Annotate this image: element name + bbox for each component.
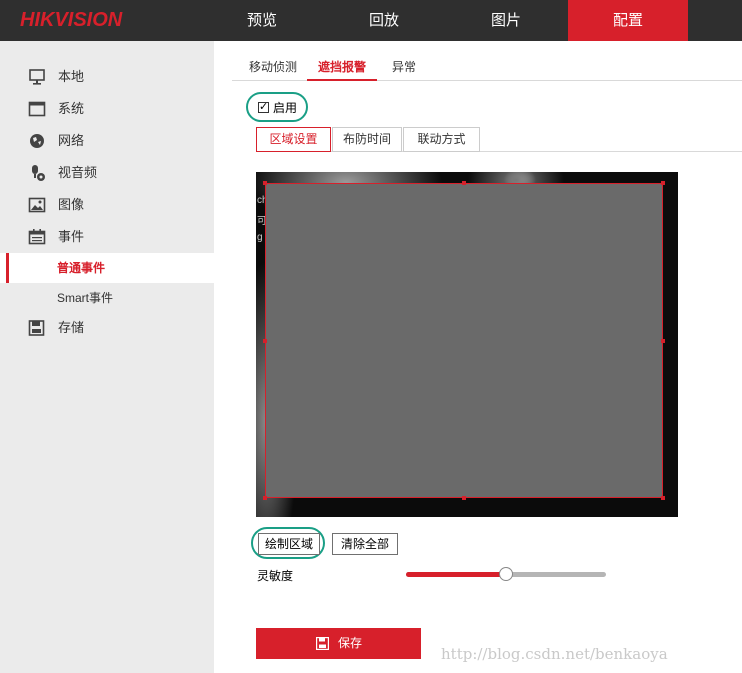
sidebar-subitem-label: Smart事件 <box>57 291 114 305</box>
sidebar-item-label: 本地 <box>58 69 85 84</box>
sidebar-item-image[interactable]: 图像 <box>0 190 214 220</box>
clear-all-button[interactable]: 清除全部 <box>332 533 398 555</box>
sidebar-subitem-smart-event[interactable]: Smart事件 <box>0 283 214 313</box>
sidebar-item-label: 网络 <box>58 133 85 148</box>
sidebar-subitem-normal-event[interactable]: 普通事件 <box>0 253 214 283</box>
disk-icon <box>28 320 45 336</box>
resize-handle[interactable] <box>263 496 267 500</box>
nav-preview[interactable]: 预览 <box>202 0 322 41</box>
calendar-icon <box>28 229 46 245</box>
resize-handle[interactable] <box>462 181 466 185</box>
brand-logo: HIKVISION <box>20 9 123 31</box>
image-icon <box>28 197 46 213</box>
sidebar-item-network[interactable]: 网络 <box>0 126 214 156</box>
save-button[interactable]: 保存 <box>256 628 421 659</box>
active-indicator <box>6 253 9 283</box>
slider-fill <box>406 572 506 577</box>
sidebar-subitem-label: 普通事件 <box>57 261 106 275</box>
sidebar-item-label: 视音频 <box>58 165 98 180</box>
nav-picture[interactable]: 图片 <box>446 0 566 41</box>
top-navigation-bar: HIKVISION 预览 回放 图片 配置 <box>0 0 742 41</box>
slider-handle[interactable] <box>499 567 513 581</box>
subtab-arming-schedule[interactable]: 布防时间 <box>332 127 402 152</box>
sensitivity-label: 灵敏度 <box>257 569 294 583</box>
window-icon <box>28 101 46 117</box>
resize-handle[interactable] <box>263 339 267 343</box>
resize-handle[interactable] <box>661 181 665 185</box>
tab-exception[interactable]: 异常 <box>382 56 426 81</box>
sidebar-item-label: 事件 <box>58 229 85 244</box>
subtab-area-settings[interactable]: 区域设置 <box>256 127 331 152</box>
osd-text: g <box>257 232 263 243</box>
watermark-text: http://blog.csdn.net/benkaoya <box>441 645 668 663</box>
monitor-icon <box>29 69 45 85</box>
sidebar: 本地 系统 网络 视音频 图像 事件 普通事件 Smart事件 存储 <box>0 41 214 673</box>
sidebar-item-local[interactable]: 本地 <box>0 62 214 92</box>
globe-icon <box>30 134 44 148</box>
tab-motion-detection[interactable]: 移动侦测 <box>242 56 304 81</box>
enable-highlight: ✓ 启用 <box>246 92 308 122</box>
tab-tamper-alarm[interactable]: 遮挡报警 <box>307 56 377 81</box>
nav-playback[interactable]: 回放 <box>324 0 444 41</box>
enable-label: 启用 <box>273 101 298 115</box>
sidebar-item-event[interactable]: 事件 <box>0 222 214 252</box>
enable-checkbox[interactable]: ✓ <box>258 102 269 113</box>
sidebar-item-storage[interactable]: 存储 <box>0 313 214 343</box>
draw-area-button[interactable]: 绘制区域 <box>258 533 320 555</box>
sidebar-item-label: 图像 <box>58 197 85 212</box>
resize-handle[interactable] <box>661 339 665 343</box>
save-label: 保存 <box>338 636 363 650</box>
resize-handle[interactable] <box>661 496 665 500</box>
resize-handle[interactable] <box>263 181 267 185</box>
sidebar-item-video-audio[interactable]: 视音频 <box>0 158 214 188</box>
nav-configuration[interactable]: 配置 <box>568 0 688 41</box>
sidebar-item-label: 存储 <box>58 320 85 335</box>
config-subtabs: 区域设置 布防时间 联动方式 <box>256 127 742 152</box>
resize-handle[interactable] <box>462 496 466 500</box>
save-icon <box>316 637 329 650</box>
sidebar-item-system[interactable]: 系统 <box>0 94 214 124</box>
event-tabs: 移动侦测 遮挡报警 异常 <box>232 56 742 81</box>
microphone-icon <box>32 165 45 181</box>
sidebar-item-label: 系统 <box>58 101 85 116</box>
mask-area[interactable] <box>265 183 663 498</box>
subtab-linkage-method[interactable]: 联动方式 <box>403 127 480 152</box>
